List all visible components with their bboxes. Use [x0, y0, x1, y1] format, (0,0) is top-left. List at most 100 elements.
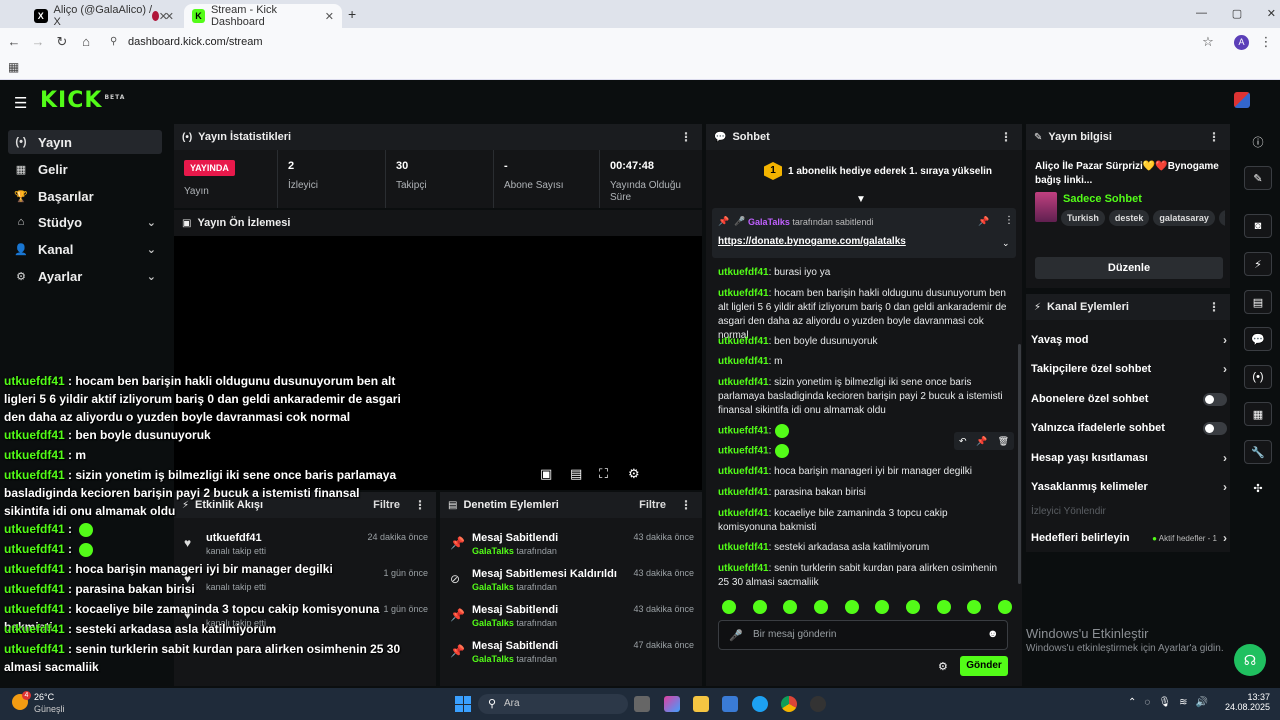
send-button[interactable]: Gönder: [960, 656, 1008, 676]
more-options-icon[interactable]: ⋮: [1000, 130, 1012, 144]
chat-username[interactable]: utkuefdf41: [718, 542, 769, 553]
site-info-icon[interactable]: ⚲: [110, 32, 117, 52]
kick-logo[interactable]: KICK BETA: [40, 88, 125, 113]
chat-message[interactable]: utkuefdf41: parasina bakan birisi: [718, 486, 1008, 500]
fullscreen-icon[interactable]: ⛶: [599, 466, 608, 482]
stream-tag[interactable]: Turkish: [1061, 210, 1105, 226]
mic-icon[interactable]: 🎤: [729, 629, 743, 642]
sidebar-item[interactable]: ▦ Gelir: [8, 157, 162, 181]
emote-icon[interactable]: [783, 600, 798, 614]
chat-username[interactable]: utkuefdf41: [718, 508, 769, 519]
taskbar-clock[interactable]: 13:37 24.08.2025: [1222, 692, 1270, 712]
toggle-switch[interactable]: [1203, 392, 1227, 406]
edge-icon[interactable]: [752, 696, 768, 712]
channel-action-row[interactable]: Yavaş mod ›: [1031, 330, 1227, 350]
chat-message[interactable]: utkuefdf41: hoca barişin manageri iyi bi…: [718, 465, 1008, 479]
emote-icon[interactable]: [875, 600, 890, 614]
more-options-icon[interactable]: ⋮: [680, 498, 692, 512]
store-icon[interactable]: [722, 696, 738, 712]
windows-start-icon[interactable]: [455, 696, 471, 712]
chat-username[interactable]: utkuefdf41: [718, 356, 769, 367]
camera-icon[interactable]: ◙: [1244, 214, 1272, 238]
chat-username[interactable]: utkuefdf41: [718, 377, 769, 388]
chat-username[interactable]: utkuefdf41: [718, 466, 769, 477]
chat-message[interactable]: utkuefdf41: senin turklerin sabit kurdan…: [718, 562, 1008, 590]
sidebar-item[interactable]: ⚙ Ayarlar ⌄: [8, 264, 162, 288]
chat-message[interactable]: utkuefdf41: m: [718, 355, 1008, 369]
stream-tag[interactable]: galatasaray: [1153, 210, 1215, 226]
close-icon[interactable]: ✕: [325, 10, 334, 23]
mod-action-row[interactable]: 📌 Mesaj Sabitlendi GalaTalks tarafından 43 …: [440, 598, 702, 634]
apps-grid-icon[interactable]: ▦: [8, 60, 19, 74]
channel-action-row[interactable]: Hesap yaşı kısıtlaması ›: [1031, 448, 1227, 468]
taskbar-search[interactable]: ⚲ Ara: [478, 694, 628, 714]
new-tab-button[interactable]: +: [348, 6, 356, 22]
unpin-icon[interactable]: 📌: [978, 216, 989, 227]
maximize-button[interactable]: ▢: [1232, 7, 1242, 20]
chat-username[interactable]: utkuefdf41: [718, 336, 769, 347]
chat-message[interactable]: utkuefdf41: kocaeliye bile zamaninda 3 t…: [718, 507, 1008, 535]
more-options-icon[interactable]: ⋮: [414, 498, 426, 512]
back-icon[interactable]: ←: [6, 34, 22, 50]
close-icon[interactable]: ✕: [165, 10, 174, 23]
emote-icon[interactable]: [905, 600, 920, 614]
apps-icon[interactable]: ✣: [1244, 476, 1272, 500]
hamburger-menu-icon[interactable]: ☰: [14, 94, 27, 112]
tray-chevron-icon[interactable]: ⌃: [1128, 697, 1136, 708]
file-explorer-icon[interactable]: [693, 696, 709, 712]
sidebar-item[interactable]: ⌂ Stüdyo ⌄: [8, 210, 162, 234]
emoji-icon[interactable]: ☻: [987, 628, 999, 640]
channel-action-row[interactable]: Takipçilere özel sohbet ›: [1031, 359, 1227, 379]
task-view-icon[interactable]: [634, 696, 650, 712]
category-name[interactable]: Sadece Sohbet: [1063, 193, 1142, 205]
chat-username[interactable]: utkuefdf41: [718, 446, 769, 457]
chat-message[interactable]: utkuefdf41:: [718, 444, 1008, 459]
chat-username[interactable]: utkuefdf41: [718, 426, 769, 437]
chat-settings-icon[interactable]: ⚙: [938, 660, 948, 673]
chat-input[interactable]: 🎤 Bir mesaj gönderin ☻: [718, 620, 1008, 650]
chat-username[interactable]: utkuefdf41: [718, 288, 769, 299]
scroll-down-icon[interactable]: ▼: [856, 194, 866, 205]
chat-message[interactable]: utkuefdf41: ben boyle dusunuyoruk: [718, 335, 1008, 349]
info-icon[interactable]: ⓘ: [1244, 130, 1272, 154]
document-icon[interactable]: ▤: [1244, 290, 1272, 314]
chat-message[interactable]: utkuefdf41: burasi iyo ya: [718, 266, 1008, 280]
toggle-switch[interactable]: [1203, 421, 1227, 435]
more-options-icon[interactable]: ⋮: [680, 130, 692, 144]
minimize-button[interactable]: —: [1196, 7, 1207, 20]
microphone-icon[interactable]: 🎙: [1158, 697, 1171, 708]
browser-tab-recording[interactable]: ✕: [144, 4, 182, 28]
layout-icon[interactable]: ▦: [1244, 402, 1272, 426]
lightning-icon[interactable]: ⚡: [1244, 252, 1272, 276]
wrench-icon[interactable]: 🔧: [1244, 440, 1272, 464]
filter-button[interactable]: Filtre: [639, 499, 666, 511]
theater-mode-icon[interactable]: ▤: [570, 466, 582, 482]
chat-message[interactable]: utkuefdf41:: [718, 424, 1008, 439]
chevron-down-icon[interactable]: ⌄: [1002, 238, 1010, 249]
popout-icon[interactable]: ▣: [540, 466, 552, 482]
more-options-icon[interactable]: ⋮: [1004, 215, 1014, 226]
wifi-icon[interactable]: ≋: [1179, 697, 1187, 708]
chat-message[interactable]: utkuefdf41: sizin yonetim iş bilmezligi …: [718, 376, 1008, 418]
user-avatar[interactable]: [1234, 92, 1250, 108]
close-window-button[interactable]: ✕: [1267, 7, 1276, 20]
channel-action-row[interactable]: Yasaklanmış kelimeler ›: [1031, 477, 1227, 497]
obs-icon[interactable]: [810, 696, 826, 712]
chrome-icon[interactable]: [781, 696, 797, 712]
stream-tag[interactable]: Ta: [1218, 210, 1225, 226]
channel-action-row[interactable]: Yalnızca ifadelerle sohbet: [1031, 418, 1227, 438]
mod-action-row[interactable]: 📌 Mesaj Sabitlendi GalaTalks tarafından 43 …: [440, 526, 702, 562]
emote-icon[interactable]: [936, 600, 951, 614]
channel-action-row[interactable]: Abonelere özel sohbet: [1031, 389, 1227, 409]
copilot-icon[interactable]: [664, 696, 680, 712]
reload-icon[interactable]: ↻: [54, 34, 70, 50]
more-options-icon[interactable]: ⋮: [1208, 300, 1220, 314]
edit-button[interactable]: Düzenle: [1035, 257, 1223, 279]
broadcast-icon[interactable]: (•): [1244, 365, 1272, 389]
stream-tag[interactable]: destek: [1108, 210, 1150, 226]
chat-scrollbar[interactable]: [1018, 344, 1021, 584]
chat-username[interactable]: utkuefdf41: [718, 487, 769, 498]
more-options-icon[interactable]: ⋮: [1208, 130, 1220, 144]
volume-icon[interactable]: 🔊: [1196, 697, 1208, 708]
gift-prompt[interactable]: 1 abonelik hediye ederek 1. sıraya yükse…: [788, 166, 992, 177]
